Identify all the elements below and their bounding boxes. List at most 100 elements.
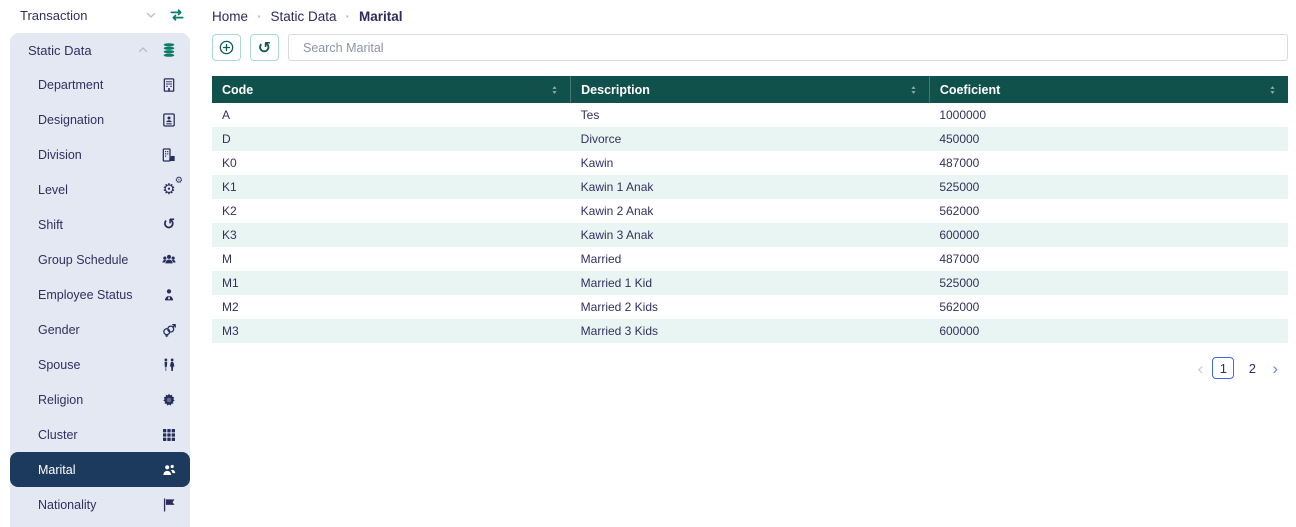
column-header-code[interactable]: Code — [212, 76, 571, 103]
pagination: ‹ 12 › — [212, 357, 1288, 379]
id-card-icon — [160, 111, 178, 129]
sidebar-item-religion[interactable]: Religion — [10, 382, 190, 417]
sidebar-item-department[interactable]: Department — [10, 67, 190, 102]
column-header-description[interactable]: Description — [570, 76, 930, 103]
table-row[interactable]: K2 Kawin 2 Anak 562000 — [212, 199, 1288, 223]
swap-arrows-icon — [168, 6, 186, 24]
table-row[interactable]: M3 Married 3 Kids 600000 — [212, 319, 1288, 343]
sidebar-item-employee-status[interactable]: Employee Status — [10, 277, 190, 312]
cell-description: Divorce — [570, 127, 930, 151]
column-header-coeficient[interactable]: Coeficient — [928, 76, 1288, 103]
sidebar-item-label: Shift — [38, 217, 64, 232]
cell-code: M — [222, 252, 232, 266]
cell-coeficient: 1000000 — [939, 108, 987, 122]
sidebar-item-label: Spouse — [38, 357, 81, 372]
flag-icon — [160, 496, 178, 514]
cell-code: D — [212, 127, 571, 151]
column-label: Code — [222, 82, 254, 97]
page-button-2[interactable]: 2 — [1241, 357, 1263, 379]
cell-coeficient: 562000 — [939, 204, 980, 218]
plus-circle-icon — [218, 39, 236, 57]
cell-description: Married 2 Kids — [580, 300, 659, 314]
sort-icon[interactable] — [549, 83, 560, 97]
sidebar-item-label: Employee Status — [38, 287, 133, 302]
breadcrumb-item: Marital — [359, 9, 403, 24]
sidebar-item-label: Level — [38, 182, 68, 197]
chevron-up-icon — [136, 43, 150, 57]
history-icon: ↺ — [162, 215, 176, 233]
sidebar-item-label: Nationality — [38, 497, 97, 512]
database-icon — [160, 41, 178, 59]
table-row[interactable]: M1 Married 1 Kid 525000 — [212, 271, 1288, 295]
cell-coeficient: 600000 — [929, 223, 1288, 247]
column-label: Description — [581, 82, 650, 97]
cell-code: M3 — [212, 319, 571, 343]
breadcrumb-separator: · — [257, 9, 262, 24]
sidebar-item-marital[interactable]: Marital — [10, 452, 190, 487]
person-badge-icon — [160, 286, 178, 304]
sidebar-item-division[interactable]: Division — [10, 137, 190, 172]
sidebar-item-transaction[interactable]: Transaction — [0, 0, 200, 30]
cell-coeficient: 525000 — [929, 271, 1288, 295]
breadcrumb-separator: · — [345, 9, 351, 24]
table-row[interactable]: D Divorce 450000 — [212, 127, 1288, 151]
sidebar-item-level[interactable]: Level ⚙ ⚙ — [10, 172, 190, 207]
sidebar-group-static-data: Static Data Department Designation Divisio… — [10, 33, 190, 527]
table-row[interactable]: M Married 487000 — [212, 247, 1288, 271]
cell-coeficient: 600000 — [929, 319, 1288, 343]
sidebar-item-label: Designation — [38, 112, 105, 127]
next-page-button[interactable]: › — [1270, 360, 1280, 377]
cell-coeficient: 487000 — [939, 156, 980, 170]
couple-icon — [160, 356, 178, 374]
search-input[interactable] — [288, 34, 1288, 61]
sidebar-item-designation[interactable]: Designation — [10, 102, 190, 137]
sidebar-item-gender[interactable]: Gender — [10, 312, 190, 347]
table-row[interactable]: K0 Kawin 487000 — [212, 151, 1288, 175]
table-row[interactable]: A Tes 1000000 — [212, 103, 1288, 127]
cell-coeficient: 562000 — [939, 300, 980, 314]
column-label: Coeficient — [939, 82, 1001, 97]
sidebar-group-label: Static Data — [28, 42, 92, 58]
gears-icon: ⚙ ⚙ — [162, 175, 183, 198]
sidebar-item-label: Group Schedule — [38, 252, 129, 267]
page-button-1[interactable]: 1 — [1212, 357, 1235, 379]
office-icon — [160, 146, 178, 164]
refresh-button[interactable]: ↺ — [250, 34, 279, 61]
table-row[interactable]: K1 Kawin 1 Anak 525000 — [212, 175, 1288, 199]
marital-table: Code Description Coeficient A Tes 1000000 D Di… — [212, 76, 1288, 343]
add-button[interactable] — [212, 34, 241, 61]
sort-icon[interactable] — [908, 83, 919, 97]
building-icon — [160, 76, 178, 94]
users-group-icon — [160, 251, 178, 269]
sidebar-item-static-data[interactable]: Static Data — [10, 33, 190, 67]
sort-icon[interactable] — [1267, 83, 1278, 97]
cell-description: Kawin 1 Anak — [570, 175, 930, 199]
breadcrumb-item[interactable]: Static Data — [271, 9, 337, 24]
main-content: Home · Static Data · Marital ↺ Code Descripti… — [212, 0, 1288, 379]
sidebar-item-nationality[interactable]: Nationality — [10, 487, 190, 522]
breadcrumb-item[interactable]: Home — [212, 9, 248, 24]
cell-code: K0 — [222, 156, 237, 170]
sidebar-item-label: Gender — [38, 322, 80, 337]
page-number-list: 12 — [1212, 357, 1263, 379]
table-row[interactable]: M2 Married 2 Kids 562000 — [212, 295, 1288, 319]
toolbar: ↺ — [212, 34, 1288, 61]
cell-description: Kawin 2 Anak — [580, 204, 654, 218]
sidebar-item-cluster[interactable]: Cluster — [10, 417, 190, 452]
chevron-down-icon — [144, 8, 158, 22]
sidebar-item-group-schedule[interactable]: Group Schedule — [10, 242, 190, 277]
star-seal-icon — [160, 391, 178, 409]
previous-page-button[interactable]: ‹ — [1196, 360, 1206, 377]
cell-code: M2 — [222, 300, 239, 314]
cell-code: K1 — [212, 175, 571, 199]
sidebar-item-shift[interactable]: Shift ↺ — [10, 207, 190, 242]
cell-description: Married — [580, 252, 622, 266]
table-row[interactable]: K3 Kawin 3 Anak 600000 — [212, 223, 1288, 247]
cell-description: Married 1 Kid — [570, 271, 930, 295]
cell-code: M1 — [212, 271, 571, 295]
cell-coeficient: 450000 — [929, 127, 1288, 151]
cell-description: Kawin 3 Anak — [570, 223, 930, 247]
sidebar-item-label: Cluster — [38, 427, 78, 442]
sidebar-item-spouse[interactable]: Spouse — [10, 347, 190, 382]
cell-code: A — [222, 108, 231, 122]
